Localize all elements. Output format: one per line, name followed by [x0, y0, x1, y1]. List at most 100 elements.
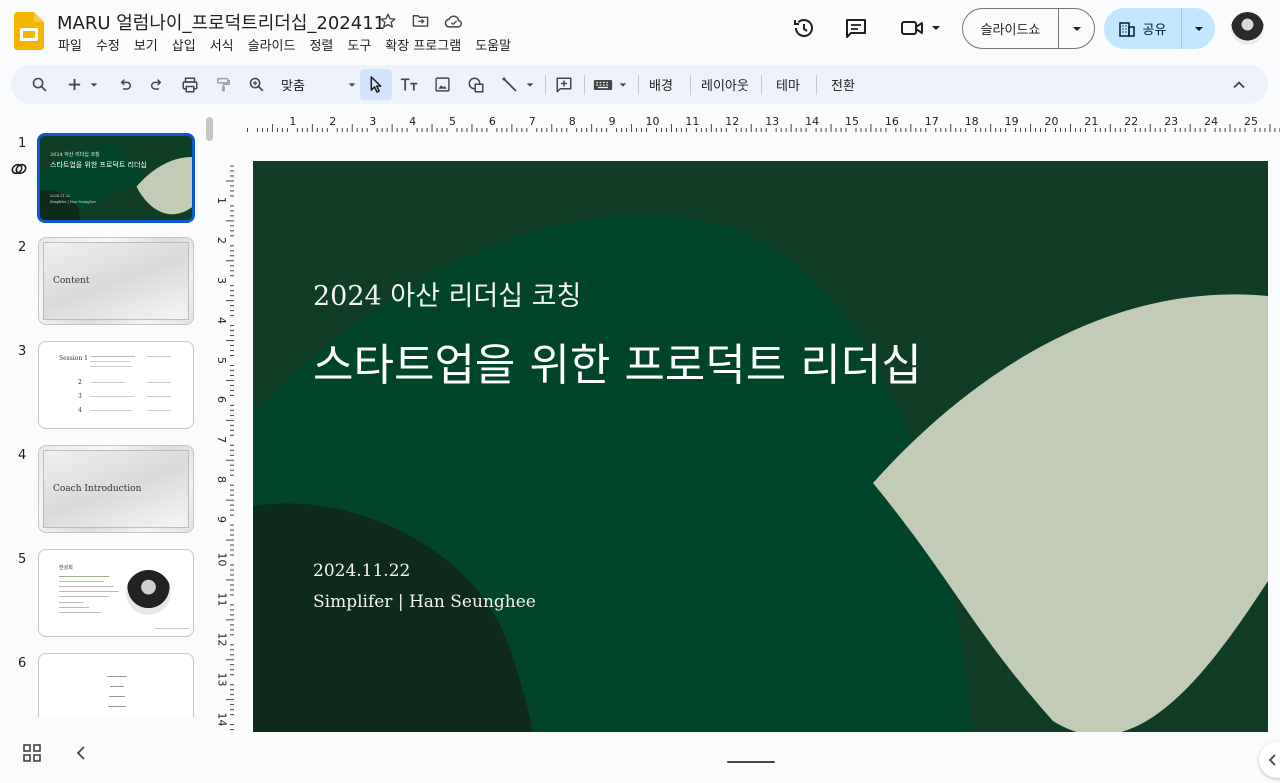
building-icon	[1119, 21, 1135, 37]
slide-author[interactable]: Simplifer | Han Seunghee	[313, 592, 536, 612]
zoom-icon[interactable]	[244, 65, 268, 104]
grid-view-icon[interactable]	[23, 744, 41, 762]
menu-item[interactable]: 정렬	[309, 35, 341, 54]
slide-number: 1	[18, 136, 26, 151]
share-label: 공유	[1143, 19, 1167, 38]
slide-subtitle[interactable]: 2024 아산 리더십 코칭	[313, 274, 581, 313]
ruler-label: 13	[765, 115, 779, 128]
thumb3-row-num: 2	[78, 379, 82, 386]
transition-button[interactable]: 전환	[831, 65, 855, 104]
star-icon[interactable]	[377, 10, 398, 31]
print-icon[interactable]	[178, 65, 202, 104]
slide-canvas[interactable]: 2024 아산 리더십 코칭 스타트업을 위한 프로덕트 리더십 2024.11…	[253, 161, 1268, 732]
speaker-notes-handle[interactable]	[727, 761, 775, 763]
thumb3-row-num: 3	[78, 393, 82, 400]
ruler-label: 10	[646, 115, 660, 128]
ruler-label: 8	[215, 476, 228, 483]
search-menus-icon[interactable]	[27, 65, 51, 104]
cloud-saved-icon[interactable]	[443, 10, 464, 31]
menu-item[interactable]: 파일	[58, 35, 90, 54]
slide-thumbnail-4[interactable]: Coach Introduction	[38, 445, 194, 533]
thumb1-date: 2024.11.22	[50, 194, 70, 198]
ruler-label: 4	[409, 115, 416, 128]
share-dropdown[interactable]	[1181, 8, 1215, 49]
undo-icon[interactable]	[114, 65, 136, 104]
input-tools-dropdown-icon[interactable]	[616, 65, 630, 104]
ruler-label: 24	[1204, 115, 1218, 128]
slide-date[interactable]: 2024.11.22	[313, 561, 410, 581]
ruler-label: 12	[216, 632, 229, 646]
comments-icon[interactable]	[842, 14, 870, 42]
slide-thumbnail-5[interactable]: 한성희	[38, 549, 194, 637]
share-button[interactable]: 공유	[1104, 8, 1181, 49]
paint-format-icon[interactable]	[211, 65, 235, 104]
background-button[interactable]: 배경	[649, 65, 673, 104]
zoom-value: 맞춤	[281, 75, 305, 94]
slide-thumbnail-6[interactable]	[38, 653, 194, 717]
ruler-label: 20	[1045, 115, 1059, 128]
ruler-label: 6	[215, 396, 228, 403]
ruler-label: 1	[215, 197, 228, 204]
ruler-label: 16	[885, 115, 899, 128]
slide-thumbnail-2[interactable]: Content	[38, 237, 194, 325]
slide-thumbnail-1[interactable]: 2024 아산 리더십 코칭 스타트업을 위한 프로덕트 리더십 2024.11…	[37, 133, 195, 223]
redo-icon[interactable]	[146, 65, 168, 104]
layout-button[interactable]: 레이아웃	[701, 65, 749, 104]
ruler-label: 3	[369, 115, 376, 128]
slideshow-dropdown[interactable]	[1058, 9, 1094, 48]
menu-item[interactable]: 삽입	[172, 35, 204, 54]
chevron-left-icon	[1267, 753, 1279, 767]
move-folder-icon[interactable]	[410, 10, 431, 31]
ruler-label: 11	[685, 115, 699, 128]
ruler-label: 9	[609, 115, 616, 128]
line-icon[interactable]	[498, 65, 522, 104]
ruler-label: 8	[569, 115, 576, 128]
shape-icon[interactable]	[464, 65, 488, 104]
menu-item[interactable]: 확장 프로그램	[385, 35, 469, 54]
ruler-label: 5	[449, 115, 456, 128]
new-slide-plus-icon[interactable]	[63, 65, 85, 104]
horizontal-ruler: 1234567891011121314151617181920212223242…	[234, 113, 1280, 133]
account-avatar[interactable]	[1231, 12, 1264, 45]
menu-item[interactable]: 수정	[96, 35, 128, 54]
version-history-icon[interactable]	[790, 14, 818, 42]
meet-call-icon[interactable]	[896, 14, 946, 42]
collapse-filmstrip-icon[interactable]	[74, 744, 88, 762]
menu-bar: 파일 수정 보기 삽입 서식 슬라이드 정렬 도구 확장 프로그램 도움말	[58, 35, 525, 54]
slideshow-button[interactable]: 슬라이드쇼	[963, 9, 1058, 48]
menu-item[interactable]: 도움말	[475, 35, 519, 54]
menu-item[interactable]: 서식	[210, 35, 242, 54]
side-panel-toggle[interactable]	[1259, 742, 1280, 778]
keyboard-input-icon[interactable]	[591, 65, 615, 104]
menu-item[interactable]: 슬라이드	[248, 35, 304, 54]
google-slides-logo-icon[interactable]	[14, 12, 44, 50]
ruler-label: 21	[1084, 115, 1098, 128]
thumb1-title: 스타트업을 위한 프로덕트 리더십	[50, 160, 147, 170]
insert-image-icon[interactable]	[430, 65, 454, 104]
document-title[interactable]: MARU 얼럼나이_프로덕트리더십_202411	[57, 9, 385, 35]
zoom-select[interactable]: 맞춤	[281, 73, 365, 96]
thumb5-name: 한성희	[59, 564, 73, 571]
toolbar: 맞춤 배경 레이아웃 테마 전환	[11, 65, 1268, 104]
select-cursor-icon[interactable]	[360, 69, 392, 100]
ruler-label: 7	[529, 115, 536, 128]
theme-button[interactable]: 테마	[776, 65, 800, 104]
ruler-label: 6	[489, 115, 496, 128]
new-slide-dropdown-icon[interactable]	[87, 65, 101, 104]
ruler-label: 15	[845, 115, 859, 128]
add-comment-icon[interactable]	[552, 65, 576, 104]
vertical-ruler: 1234567891011121314	[215, 133, 235, 733]
slide-thumbnail-3[interactable]: Session 1 2 3 4	[38, 341, 194, 429]
ruler-label: 18	[965, 115, 979, 128]
ruler-label: 12	[725, 115, 739, 128]
filmstrip-scrollbar[interactable]	[206, 117, 213, 141]
text-box-icon[interactable]	[397, 65, 421, 104]
thumb1-author: Simplifer | Han Seunghee	[50, 200, 96, 204]
collapse-toolbar-icon[interactable]	[1227, 65, 1251, 104]
menu-item[interactable]: 보기	[134, 35, 166, 54]
ruler-label: 9	[215, 516, 228, 523]
menu-item[interactable]: 도구	[347, 35, 379, 54]
slide-title[interactable]: 스타트업을 위한 프로덕트 리더십	[313, 329, 922, 393]
thumb3-session-label: Session 1	[59, 355, 88, 362]
line-dropdown-icon[interactable]	[523, 65, 537, 104]
